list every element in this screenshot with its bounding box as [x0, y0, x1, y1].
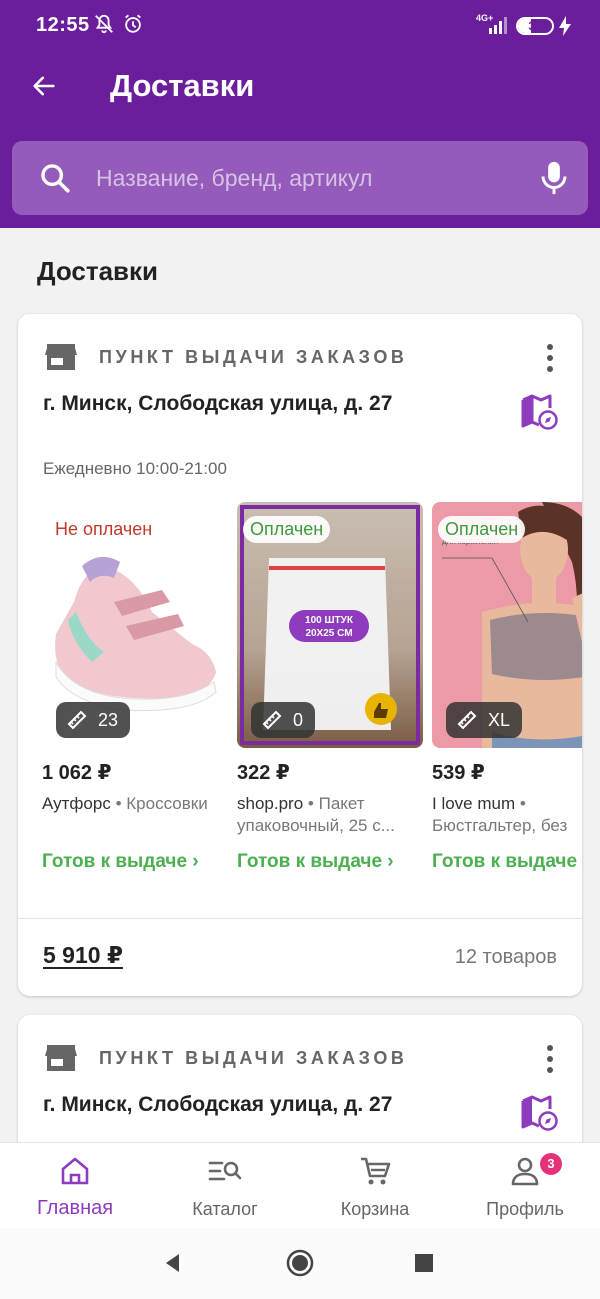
ruler-icon [262, 710, 282, 730]
catalog-search-icon [208, 1161, 242, 1181]
product-image: Не оплачен 23 [42, 502, 228, 748]
product-description: Аутфорс • Кроссовки [42, 793, 228, 837]
more-options-button[interactable] [538, 1041, 562, 1077]
circle-home-icon [286, 1249, 314, 1277]
product-item[interactable]: для кормления Оплачен XL 539 ₽ I love mu… [432, 502, 582, 873]
divider [18, 918, 582, 919]
delivery-card[interactable]: ПУНКТ ВЫДАЧИ ЗАКАЗОВ г. Минск, Слободска… [18, 1015, 582, 1155]
page-title: Доставки [110, 68, 255, 103]
nav-profile-label: Профиль [486, 1199, 564, 1219]
product-category: Кроссовки [126, 794, 208, 813]
bottom-navigation: Главная Каталог Корзина 3 Профиль [0, 1142, 600, 1228]
product-price: 539 ₽ [432, 762, 485, 784]
product-image: 100 ШТУК 20X25 СМ Оплачен 0 [237, 502, 423, 748]
desc-separator: • [115, 794, 122, 813]
back-button[interactable] [22, 64, 66, 108]
section-title: Доставки [37, 256, 159, 286]
notification-badge: 3 [540, 1153, 562, 1175]
map-route-icon[interactable] [520, 1095, 558, 1131]
product-description: shop.pro • Пакет упаковочный, 25 с... [237, 793, 423, 837]
desc-separator: • [519, 794, 526, 813]
profile-icon [511, 1157, 539, 1186]
status-time: 12:55 [36, 14, 90, 36]
battery-icon: 39 [516, 17, 554, 35]
system-recents-button[interactable] [407, 1246, 441, 1280]
battery-level: 39 [528, 19, 542, 33]
payment-status-unpaid: Не оплачен [55, 519, 153, 539]
product-description: I love mum • Бюстгальтер, без [432, 793, 582, 837]
alarm-icon [125, 14, 141, 33]
product-price: 1 062 ₽ [42, 762, 112, 784]
store-icon [45, 1045, 77, 1071]
product-price: 322 ₽ [237, 762, 290, 784]
product-category: Бюстгальтер, без [432, 816, 568, 835]
size-chip: 0 [251, 702, 316, 738]
notifications-off-icon [95, 14, 113, 34]
pickup-address: г. Минск, Слободская улица, д. 27 [43, 1093, 393, 1116]
product-brand: I love mum [432, 794, 516, 813]
search-input[interactable] [96, 157, 516, 199]
product-carousel[interactable]: Не оплачен 23 1 062 ₽ Аутфорс • Кроссовк… [42, 502, 582, 882]
search-icon [41, 164, 70, 193]
product-item[interactable]: Не оплачен 23 1 062 ₽ Аутфорс • Кроссовк… [42, 502, 228, 873]
microphone-icon[interactable] [536, 159, 572, 197]
status-bar: 12:55 4G+ 39 [0, 0, 600, 42]
size-value: 0 [293, 709, 304, 730]
ruler-icon [457, 710, 477, 730]
product-image: для кормления Оплачен XL [432, 502, 582, 748]
nav-cart[interactable]: Корзина [300, 1143, 450, 1229]
search-bar[interactable] [12, 141, 588, 215]
bag-label-line2: 20X25 СМ [305, 628, 352, 639]
app-bar: Доставки [0, 42, 600, 228]
map-route-icon[interactable] [520, 394, 558, 430]
square-recents-icon [415, 1254, 433, 1272]
triangle-back-icon [166, 1254, 179, 1272]
payment-status-paid: Оплачен [243, 516, 331, 543]
working-hours: Ежедневно 10:00-21:00 [43, 459, 227, 478]
home-icon [61, 1157, 89, 1185]
size-chip: XL [446, 702, 523, 738]
signal-icon [489, 17, 507, 34]
ready-for-pickup-link[interactable]: Готов к выдаче › [42, 851, 228, 873]
pickup-point-label: ПУНКТ ВЫДАЧИ ЗАКАЗОВ [99, 347, 408, 367]
nav-home[interactable]: Главная [0, 1143, 150, 1229]
store-icon [45, 344, 77, 370]
product-brand: shop.pro [237, 794, 304, 813]
system-home-button[interactable] [283, 1246, 317, 1280]
nav-cart-label: Корзина [340, 1199, 410, 1219]
more-options-button[interactable] [538, 340, 562, 376]
charging-icon [559, 16, 571, 36]
product-item[interactable]: 100 ШТУК 20X25 СМ Оплачен 0 322 ₽ shop.p… [237, 502, 423, 873]
nav-catalog-label: Каталог [192, 1199, 258, 1219]
cart-icon [361, 1157, 391, 1185]
system-navigation-bar [0, 1228, 600, 1299]
nav-profile[interactable]: 3 Профиль [450, 1143, 600, 1229]
ready-for-pickup-link[interactable]: Готов к выдаче › [237, 851, 423, 873]
desc-separator: • [307, 794, 314, 813]
nav-home-label: Главная [36, 1197, 114, 1219]
system-back-button[interactable] [156, 1246, 190, 1280]
size-value: XL [488, 709, 511, 730]
bag-label-line1: 100 ШТУК [305, 615, 354, 626]
order-total[interactable]: 5 910 ₽ [43, 942, 123, 969]
ready-for-pickup-link[interactable]: Готов к выдаче [432, 851, 582, 873]
items-count: 12 товаров [454, 946, 557, 968]
payment-status-paid: Оплачен [438, 516, 526, 543]
arrow-left-icon [33, 76, 55, 96]
size-chip: 23 [56, 702, 131, 738]
pickup-address: г. Минск, Слободская улица, д. 27 [43, 392, 393, 415]
nav-catalog[interactable]: Каталог [150, 1143, 300, 1229]
product-brand: Аутфорс [42, 794, 111, 813]
ruler-icon [67, 710, 87, 730]
delivery-card[interactable]: ПУНКТ ВЫДАЧИ ЗАКАЗОВ г. Минск, Слободска… [18, 314, 582, 996]
pickup-point-label: ПУНКТ ВЫДАЧИ ЗАКАЗОВ [99, 1048, 408, 1068]
size-value: 23 [98, 709, 119, 730]
